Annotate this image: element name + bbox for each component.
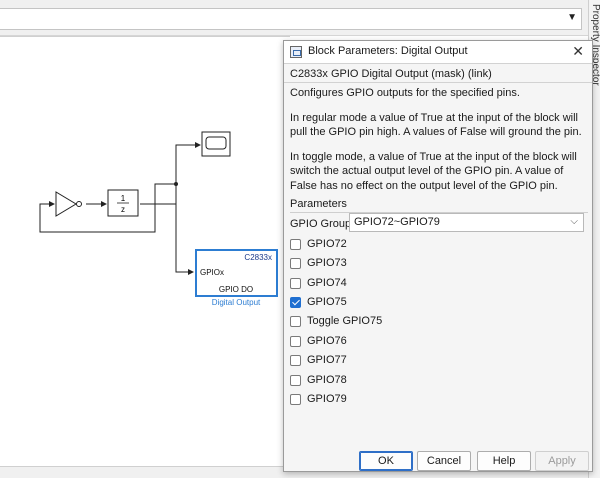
help-button[interactable]: Help [477, 451, 531, 471]
delay-denominator: z [121, 205, 125, 214]
checkbox-label: GPIO76 [307, 335, 347, 347]
checkbox-unchecked[interactable] [290, 336, 301, 347]
model-canvas[interactable]: 1 z C2833x GPIOx GPIO DO Digital Output [0, 36, 290, 466]
checkbox-label: Toggle GPIO75 [307, 315, 383, 327]
dialog-titlebar[interactable]: Block Parameters: Digital Output ✕ [284, 41, 592, 63]
cancel-button[interactable]: Cancel [417, 451, 471, 471]
input-port-label: GPIOx [200, 268, 224, 277]
checkbox-label: GPIO72 [307, 238, 347, 250]
checkbox-unchecked[interactable] [290, 375, 301, 386]
dropdown-arrow-icon[interactable]: ▼ [567, 12, 577, 23]
checkbox-checked[interactable] [290, 297, 301, 308]
delay-numerator: 1 [121, 194, 126, 203]
checkbox-label: GPIO75 [307, 296, 347, 308]
ok-button[interactable]: OK [359, 451, 413, 471]
gpio-group-value: GPIO72~GPIO79 [354, 216, 440, 228]
checkbox-unchecked[interactable] [290, 316, 301, 327]
apply-button[interactable]: Apply [535, 451, 589, 471]
model-path-combobox[interactable]: ▼ [0, 8, 582, 30]
gpio-group-label: GPIO Group: [290, 218, 355, 230]
mask-subtitle: C2833x GPIO Digital Output (mask) (link) [290, 68, 492, 80]
checkbox-unchecked[interactable] [290, 239, 301, 250]
checkbox-unchecked[interactable] [290, 355, 301, 366]
not-block[interactable] [55, 191, 82, 217]
checkbox-label: GPIO78 [307, 374, 347, 386]
checkbox-label: GPIO79 [307, 393, 347, 405]
close-icon[interactable]: ✕ [572, 43, 584, 60]
block-name-label[interactable]: Digital Output [212, 298, 261, 307]
checkbox-unchecked[interactable] [290, 278, 301, 289]
scope-block[interactable] [201, 131, 231, 157]
chevron-down-icon[interactable]: ⌵ [570, 216, 578, 227]
title-separator [284, 63, 592, 64]
block-parameters-icon [290, 46, 302, 58]
checkbox-label: GPIO77 [307, 354, 347, 366]
description-line-1: Configures GPIO outputs for the specifie… [290, 87, 520, 99]
description-line-2: In regular mode a value of True at the i… [290, 111, 582, 139]
description-line-3: In toggle mode, a value of True at the i… [290, 150, 577, 192]
checkbox-unchecked[interactable] [290, 258, 301, 269]
toolbar: ▼ [0, 0, 588, 36]
digital-output-block[interactable]: C2833x GPIOx GPIO DO [195, 249, 278, 297]
checkbox-label: GPIO73 [307, 257, 347, 269]
parameters-heading: Parameters [290, 198, 347, 210]
branch-point [174, 182, 178, 186]
block-parameters-dialog: Block Parameters: Digital Output ✕ C2833… [283, 40, 593, 472]
target-label: C2833x [244, 253, 272, 262]
checkbox-label: GPIO74 [307, 277, 347, 289]
unit-delay-block[interactable]: 1 z [107, 189, 139, 217]
checkbox-unchecked[interactable] [290, 394, 301, 405]
subtitle-separator [284, 82, 592, 83]
block-inner-label: GPIO DO [219, 285, 253, 294]
mask-description: Configures GPIO outputs for the specifie… [290, 86, 588, 203]
gpio-group-select[interactable]: GPIO72~GPIO79 ⌵ [349, 213, 584, 232]
dialog-title: Block Parameters: Digital Output [308, 45, 468, 57]
